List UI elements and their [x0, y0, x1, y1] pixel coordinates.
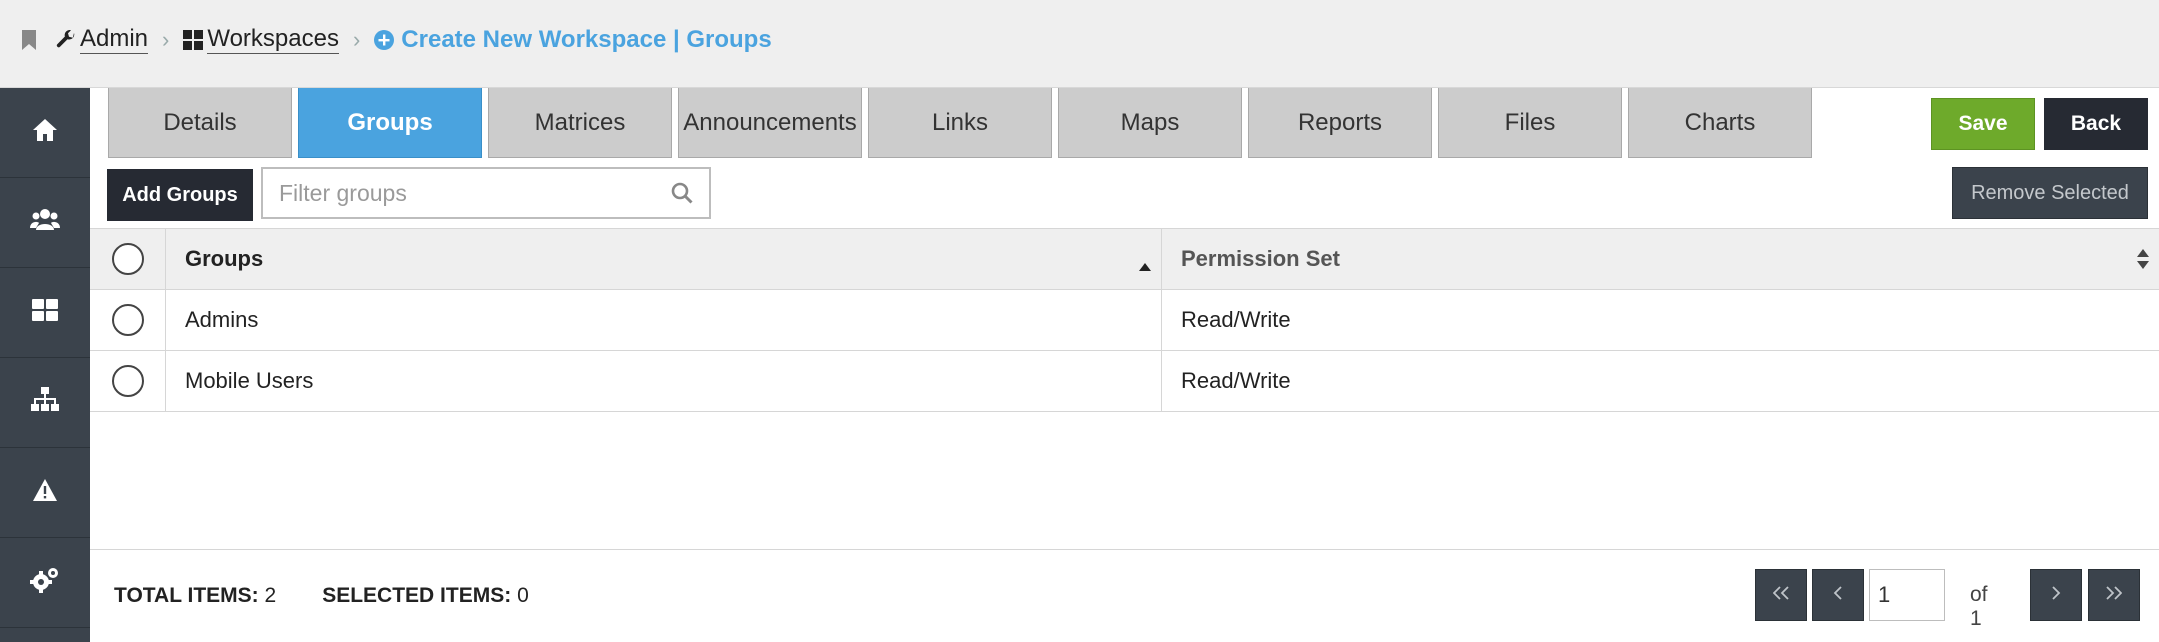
groups-table: Groups Permission Set Admins Read/Write [90, 228, 2159, 412]
last-page-button[interactable] [2088, 569, 2140, 621]
double-chevron-right-icon [2106, 585, 2123, 605]
chevron-right-icon [2051, 585, 2061, 605]
sort-ascending-icon [1139, 251, 1151, 277]
double-chevron-left-icon [1772, 585, 1789, 605]
column-header-permission-set[interactable]: Permission Set [1162, 229, 2159, 289]
breadcrumb-admin-link[interactable]: Admin [80, 26, 149, 54]
tab-files[interactable]: Files [1438, 88, 1622, 158]
remove-selected-button[interactable]: Remove Selected [1952, 167, 2148, 219]
bookmark-icon[interactable] [22, 30, 36, 50]
sitemap-icon [31, 387, 59, 418]
sidebar-item-settings[interactable] [0, 538, 90, 628]
total-items-label: TOTAL ITEMS: [114, 584, 259, 607]
tab-reports[interactable]: Reports [1248, 88, 1432, 158]
sidebar-item-alerts[interactable] [0, 448, 90, 538]
previous-page-button[interactable] [1812, 569, 1864, 621]
first-page-button[interactable] [1755, 569, 1807, 621]
plus-circle-icon [374, 30, 395, 50]
table-row[interactable]: Admins Read/Write [90, 290, 2159, 351]
permission-set-cell[interactable]: Read/Write [1162, 351, 2159, 411]
sidebar [0, 88, 90, 642]
search-icon[interactable] [671, 182, 693, 209]
tab-links[interactable]: Links [868, 88, 1052, 158]
page-number-input[interactable] [1869, 569, 1945, 621]
home-icon [32, 118, 58, 147]
total-items-value: 2 [264, 584, 277, 607]
tab-maps[interactable]: Maps [1058, 88, 1242, 158]
selected-items-value: 0 [517, 584, 529, 607]
row-checkbox[interactable] [111, 365, 144, 397]
group-name-cell: Admins [166, 290, 1162, 350]
sidebar-item-home[interactable] [0, 88, 90, 178]
row-select-cell [90, 351, 166, 411]
save-button[interactable]: Save [1931, 98, 2035, 150]
main-content: Details Groups Matrices Announcements Li… [90, 88, 2159, 642]
dashboard-icon [32, 299, 58, 326]
sidebar-item-workspaces[interactable] [0, 268, 90, 358]
top-bar: Admin › Workspaces › Create New Workspac… [0, 0, 2159, 88]
column-header-groups-label: Groups [185, 246, 264, 271]
chevron-left-icon [1833, 585, 1843, 605]
back-button[interactable]: Back [2044, 98, 2148, 150]
table-footer: TOTAL ITEMS: 2 SELECTED ITEMS: 0 of 1 [90, 549, 2159, 642]
breadcrumb-current: Create New Workspace | Groups [401, 26, 772, 53]
users-icon [30, 208, 60, 237]
row-checkbox[interactable] [111, 304, 144, 336]
column-header-permission-set-label: Permission Set [1181, 246, 1340, 271]
sort-icon [2137, 249, 2149, 275]
tab-charts[interactable]: Charts [1628, 88, 1812, 158]
group-name-cell: Mobile Users [166, 351, 1162, 411]
column-header-groups[interactable]: Groups [166, 229, 1162, 289]
filter-groups-input[interactable] [263, 179, 653, 207]
warning-icon [32, 478, 58, 507]
tab-matrices[interactable]: Matrices [488, 88, 672, 158]
tab-bar: Details Groups Matrices Announcements Li… [108, 88, 1818, 158]
chevron-right-icon: › [352, 27, 361, 52]
table-header-row: Groups Permission Set [90, 228, 2159, 290]
select-all-checkbox[interactable] [111, 243, 144, 275]
tab-details[interactable]: Details [108, 88, 292, 158]
page-count: of 1 [1970, 583, 1988, 630]
chevron-right-icon: › [162, 27, 170, 52]
filter-groups-field [261, 167, 711, 219]
item-counts: TOTAL ITEMS: 2 SELECTED ITEMS: 0 [114, 584, 529, 608]
breadcrumb-workspaces-link[interactable]: Workspaces [207, 26, 339, 54]
tab-groups[interactable]: Groups [298, 88, 482, 158]
selected-items-label: SELECTED ITEMS: [322, 584, 512, 607]
next-page-button[interactable] [2030, 569, 2082, 621]
add-groups-button[interactable]: Add Groups [107, 169, 253, 221]
sidebar-item-hierarchy[interactable] [0, 358, 90, 448]
select-all-cell [90, 229, 166, 289]
grid-icon [183, 30, 204, 50]
wrench-icon [56, 30, 76, 50]
tab-announcements[interactable]: Announcements [678, 88, 862, 158]
permission-set-cell[interactable]: Read/Write [1162, 290, 2159, 350]
table-row[interactable]: Mobile Users Read/Write [90, 351, 2159, 412]
breadcrumb: Admin › Workspaces › Create New Workspac… [22, 26, 772, 54]
sidebar-item-users[interactable] [0, 178, 90, 268]
row-select-cell [90, 290, 166, 350]
settings-icon [30, 566, 60, 599]
